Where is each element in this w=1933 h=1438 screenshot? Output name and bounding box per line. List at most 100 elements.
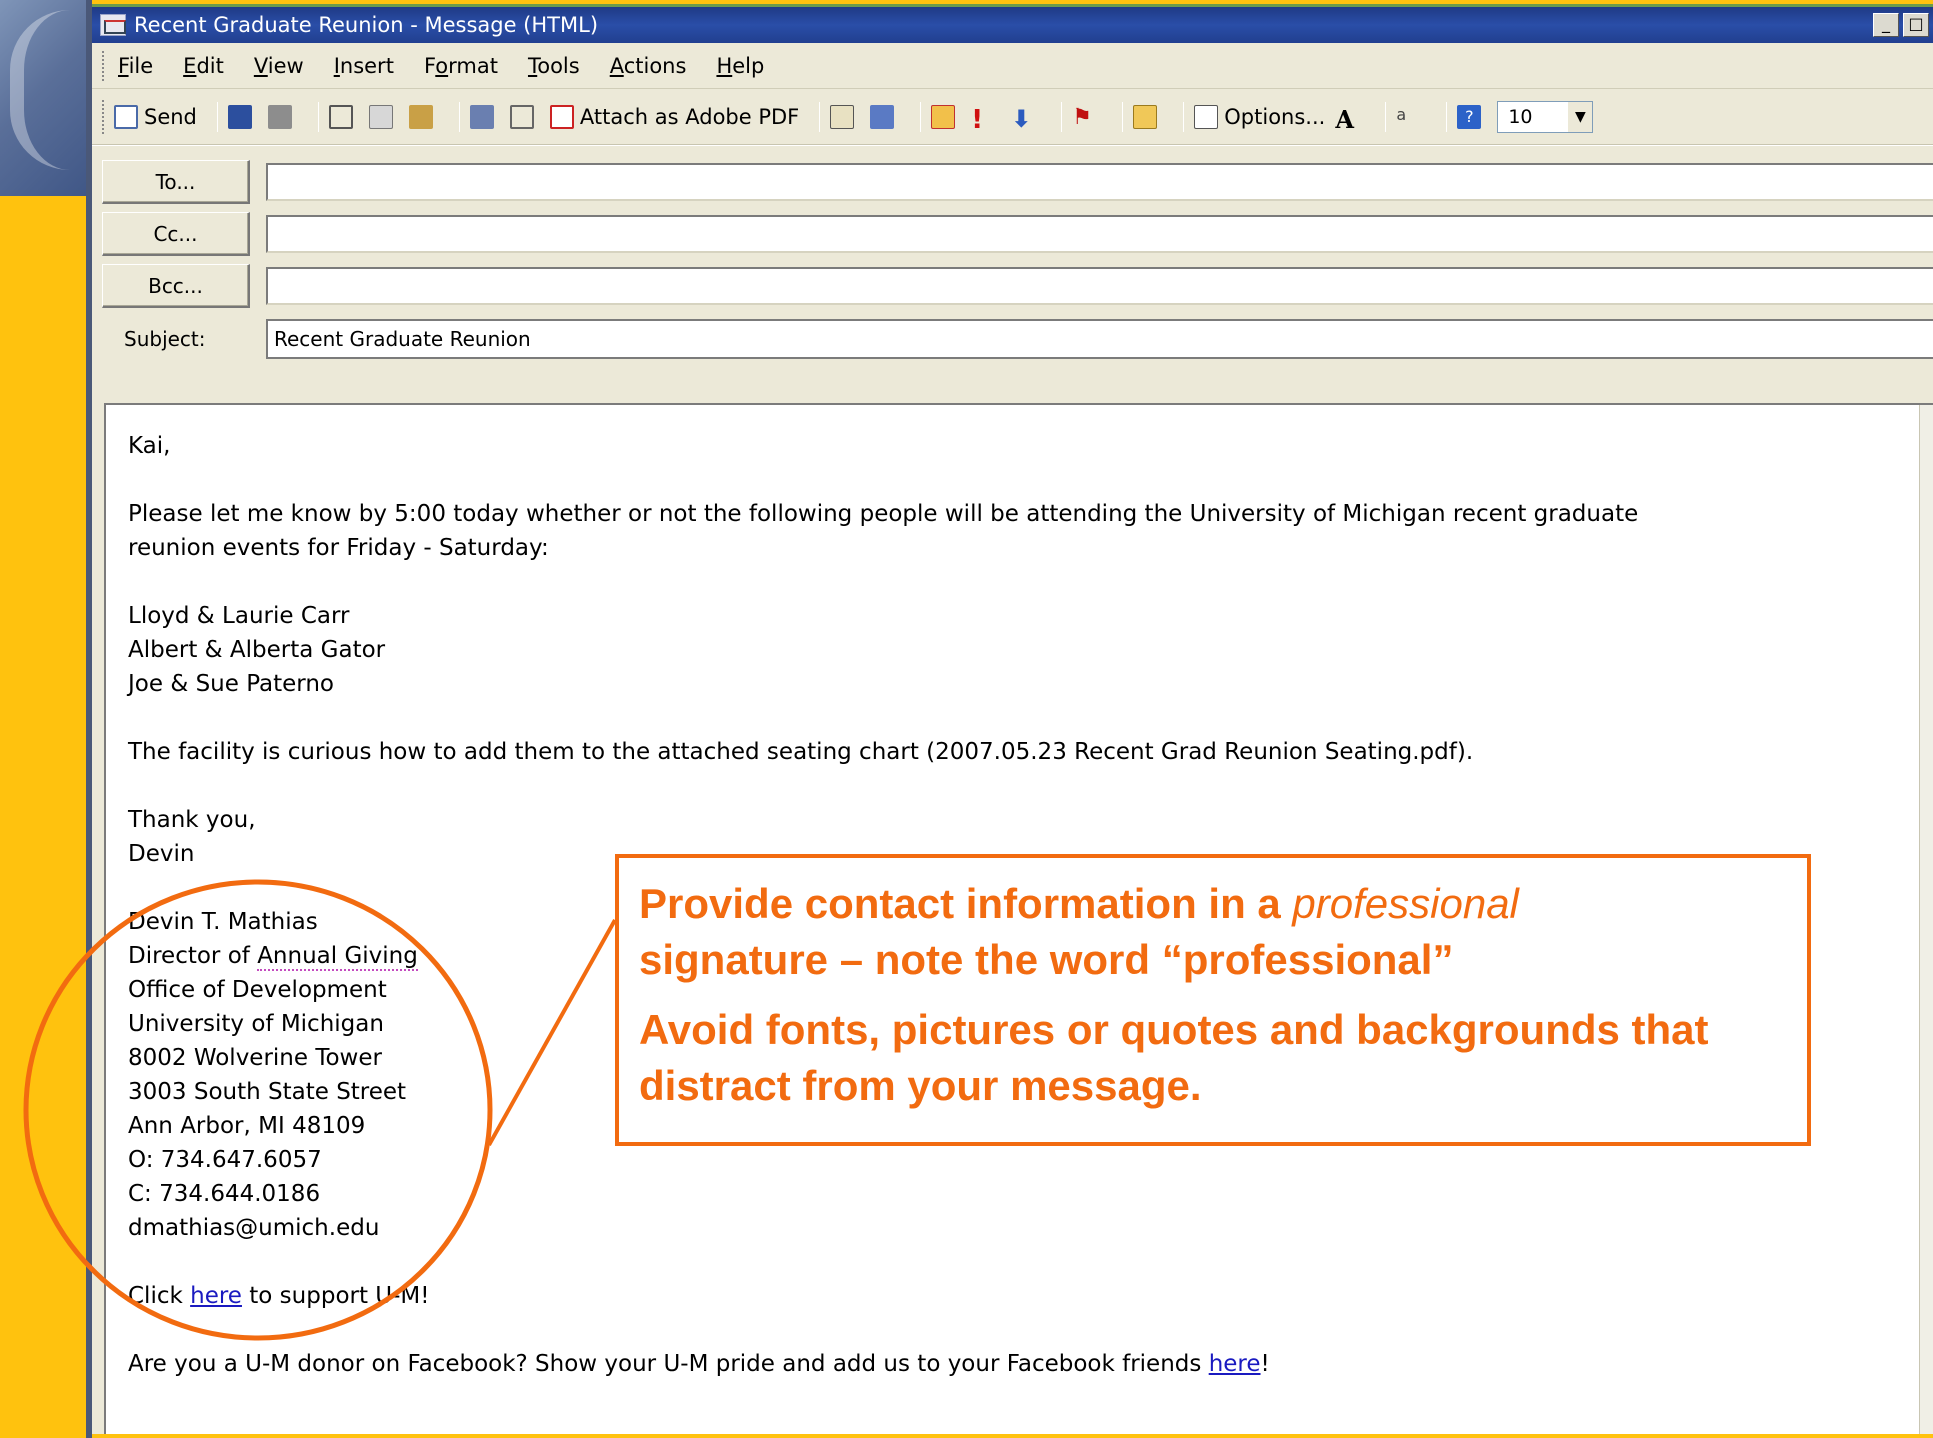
options-button[interactable]: Options... <box>1194 101 1325 133</box>
save-icon <box>227 104 252 129</box>
exclamation-icon: ! <box>971 104 984 135</box>
cc-button[interactable]: Cc... <box>102 212 250 256</box>
font-size-select[interactable]: 10 ▼ <box>1497 100 1594 133</box>
print-button[interactable] <box>267 101 298 133</box>
send-button[interactable]: Send <box>114 101 197 133</box>
copy-button[interactable] <box>368 101 399 133</box>
toolbar-separator <box>1122 101 1124 132</box>
save-button[interactable] <box>227 101 258 133</box>
signature-office-phone: O: 734.647.6057 <box>128 1147 322 1173</box>
copy-icon <box>368 104 393 129</box>
maximize-button[interactable]: □ <box>1903 13 1929 37</box>
menu-format[interactable]: Format <box>424 54 498 78</box>
address-book-icon <box>830 104 855 129</box>
toolbar-separator <box>1061 101 1063 132</box>
move-to-folder-button[interactable] <box>1133 101 1163 133</box>
phonetic-icon: a <box>1396 104 1407 124</box>
help-button[interactable]: ? <box>1457 101 1487 133</box>
toolbar-separator <box>317 101 319 132</box>
insert-file-button[interactable] <box>469 101 500 133</box>
toolbar-separator <box>216 101 218 132</box>
slide-corner-logo <box>0 0 92 196</box>
cc-row: Cc... <box>102 208 1933 260</box>
message-header: To... Cc... Bcc... Subject: Recent Gradu… <box>92 145 1933 362</box>
menu-insert[interactable]: Insert <box>334 54 394 78</box>
subject-row: Subject: Recent Graduate Reunion <box>102 316 1933 362</box>
menu-view[interactable]: View <box>254 54 304 78</box>
spelling-flag: Annual Giving <box>257 943 418 971</box>
paste-button[interactable] <box>408 101 439 133</box>
phonetic-guide-button[interactable]: a <box>1396 101 1426 133</box>
insert-file-icon <box>469 104 494 129</box>
attach-button[interactable] <box>509 101 540 133</box>
flag-icon: ⚑ <box>1072 104 1092 130</box>
attendee-item: Albert & Alberta Gator <box>128 637 386 663</box>
greeting: Kai, <box>128 433 171 459</box>
arrow-down-icon: ⬇ <box>1011 104 1032 133</box>
options-icon <box>1194 104 1219 129</box>
paperclip-icon <box>509 104 534 129</box>
menu-edit[interactable]: Edit <box>183 54 224 78</box>
message-icon <box>100 14 126 36</box>
to-row: To... <box>102 156 1933 208</box>
title-bar: Recent Graduate Reunion - Message (HTML)… <box>92 7 1933 43</box>
subject-label: Subject: <box>124 327 206 351</box>
menu-actions[interactable]: Actions <box>610 54 687 78</box>
help-icon: ? <box>1457 104 1482 129</box>
scissors-icon <box>328 104 353 129</box>
facebook-line: Are you a U-M donor on Facebook? Show yo… <box>128 1351 1270 1377</box>
low-importance-button[interactable]: ⬇ <box>1011 101 1041 133</box>
request-line: Please let me know by 5:00 today whether… <box>128 501 1639 527</box>
high-importance-button[interactable]: ! <box>971 101 1001 135</box>
signature-cell-phone: C: 734.644.0186 <box>128 1181 321 1207</box>
facility-line: The facility is curious how to add them … <box>128 739 1474 765</box>
toolbar-separator <box>1385 101 1387 132</box>
envelope-icon <box>931 104 956 129</box>
toolbar-grip[interactable] <box>102 99 106 134</box>
support-link[interactable]: here <box>190 1283 242 1309</box>
send-icon <box>114 104 138 129</box>
follow-up-button[interactable]: ⚑ <box>1072 101 1102 133</box>
to-field[interactable] <box>266 163 1933 201</box>
print-icon <box>267 104 292 129</box>
menubar-grip[interactable] <box>102 50 106 81</box>
slide-swoosh <box>10 10 70 170</box>
permission-button[interactable] <box>931 101 961 133</box>
address-book-button[interactable] <box>830 101 860 133</box>
toolbar-separator <box>1446 101 1448 132</box>
callout-advice: Avoid fonts, pictures or quotes and back… <box>639 1006 1709 1109</box>
font-grow-icon: A <box>1335 104 1354 134</box>
folder-icon <box>1133 104 1158 129</box>
attendee-item: Joe & Sue Paterno <box>128 671 335 697</box>
cut-button[interactable] <box>328 101 359 133</box>
menu-file[interactable]: File <box>118 54 153 78</box>
toolbar-separator <box>819 101 821 132</box>
support-line: Click here to support U-M! <box>128 1283 430 1309</box>
bcc-field[interactable] <box>266 267 1933 305</box>
window-controls: _ □ <box>1873 13 1929 37</box>
closing: Thank you, <box>128 807 256 833</box>
window-title: Recent Graduate Reunion - Message (HTML) <box>134 13 599 37</box>
attach-pdf-button[interactable]: Attach as Adobe PDF <box>549 101 799 133</box>
check-names-button[interactable] <box>870 101 900 133</box>
font-size-grow-button[interactable]: A <box>1335 101 1365 134</box>
font-size-box[interactable]: 10 ▼ <box>1497 100 1594 133</box>
paste-icon <box>408 104 433 129</box>
facebook-link[interactable]: here <box>1209 1351 1261 1377</box>
menu-help[interactable]: Help <box>716 54 764 78</box>
cc-field[interactable] <box>266 215 1933 253</box>
subject-field[interactable]: Recent Graduate Reunion <box>266 319 1933 359</box>
chevron-down-icon[interactable]: ▼ <box>1568 101 1593 132</box>
vertical-scrollbar[interactable] <box>1919 405 1933 1434</box>
standard-toolbar: Send Attach as Adobe PDF ! ⬇ ⚑ Options..… <box>92 89 1933 145</box>
message-window: Recent Graduate Reunion - Message (HTML)… <box>92 4 1933 1434</box>
menu-tools[interactable]: Tools <box>528 54 580 78</box>
to-button[interactable]: To... <box>102 160 250 204</box>
request-line: reunion events for Friday - Saturday: <box>128 535 549 561</box>
tip-callout: Provide contact information in a profess… <box>615 854 1811 1146</box>
bcc-button[interactable]: Bcc... <box>102 264 250 308</box>
toolbar-separator <box>1183 101 1185 132</box>
minimize-button[interactable]: _ <box>1873 13 1899 37</box>
bcc-row: Bcc... <box>102 260 1933 312</box>
toolbar-separator <box>920 101 922 132</box>
